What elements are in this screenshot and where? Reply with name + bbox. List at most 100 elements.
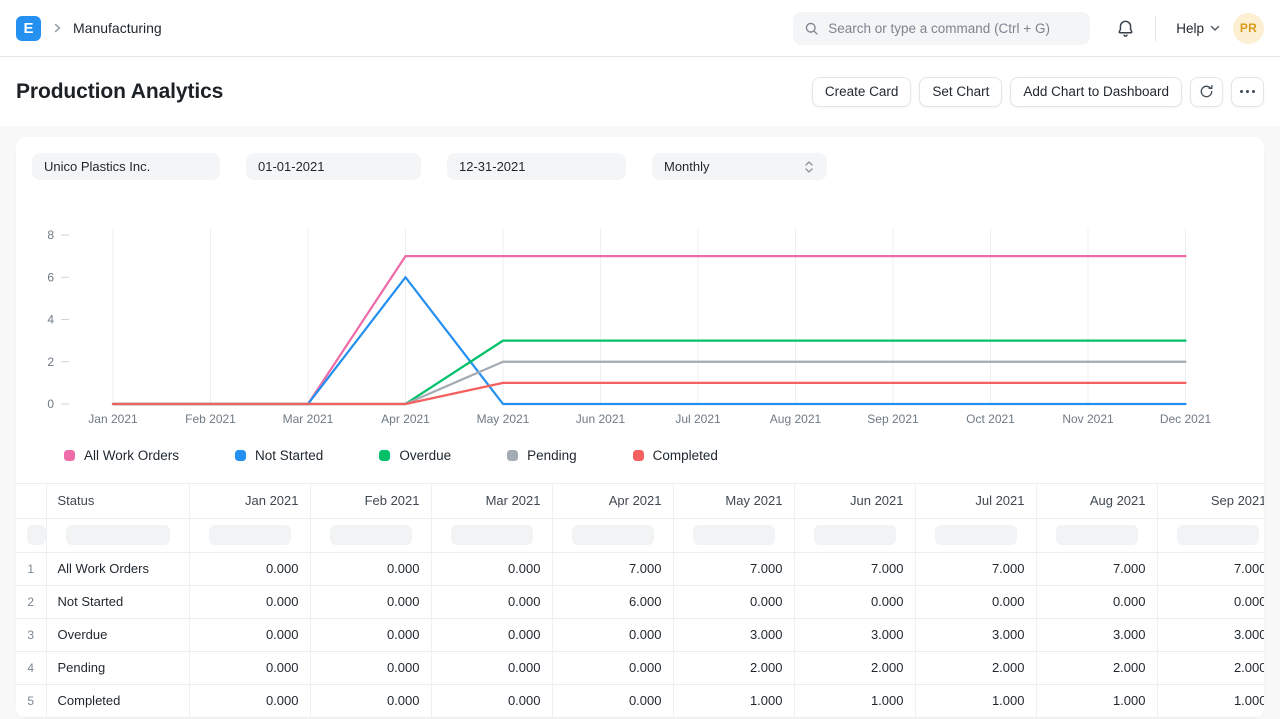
- legend-label: Pending: [527, 448, 577, 463]
- value-cell[interactable]: 7.000: [552, 552, 673, 585]
- refresh-button[interactable]: [1190, 77, 1223, 107]
- global-search[interactable]: [793, 12, 1090, 45]
- value-cell[interactable]: 0.000: [189, 552, 310, 585]
- value-cell[interactable]: 0.000: [673, 585, 794, 618]
- select-chevrons-icon: [803, 159, 815, 175]
- value-cell[interactable]: 0.000: [189, 684, 310, 717]
- value-cell[interactable]: 3.000: [673, 618, 794, 651]
- user-avatar[interactable]: PR: [1233, 13, 1264, 44]
- column-header-month[interactable]: Sep 2021: [1157, 484, 1264, 518]
- status-cell[interactable]: All Work Orders: [46, 552, 189, 585]
- bell-icon[interactable]: [1116, 19, 1135, 38]
- column-header-status[interactable]: Status: [46, 484, 189, 518]
- set-chart-button[interactable]: Set Chart: [919, 77, 1002, 107]
- row-number[interactable]: 5: [16, 684, 46, 717]
- value-cell[interactable]: 0.000: [794, 585, 915, 618]
- column-filter-input[interactable]: [451, 525, 533, 545]
- value-cell[interactable]: 0.000: [1157, 585, 1264, 618]
- column-filter-input[interactable]: [935, 525, 1017, 545]
- to-date-input[interactable]: [459, 159, 614, 174]
- column-header-month[interactable]: Apr 2021: [552, 484, 673, 518]
- value-cell[interactable]: 3.000: [1036, 618, 1157, 651]
- column-filter-input[interactable]: [66, 525, 170, 545]
- to-date-filter[interactable]: [447, 153, 626, 180]
- value-cell[interactable]: 7.000: [915, 552, 1036, 585]
- value-cell[interactable]: 0.000: [431, 651, 552, 684]
- column-filter-input[interactable]: [572, 525, 654, 545]
- value-cell[interactable]: 0.000: [189, 618, 310, 651]
- breadcrumb-item-manufacturing[interactable]: Manufacturing: [73, 20, 162, 36]
- company-input[interactable]: [44, 159, 208, 174]
- column-filter-input[interactable]: [1056, 525, 1138, 545]
- frequency-select[interactable]: Monthly: [652, 153, 827, 180]
- value-cell[interactable]: 0.000: [310, 552, 431, 585]
- help-menu[interactable]: Help: [1176, 21, 1221, 36]
- menu-button[interactable]: [1231, 77, 1264, 107]
- value-cell[interactable]: 1.000: [1157, 684, 1264, 717]
- value-cell[interactable]: 3.000: [1157, 618, 1264, 651]
- value-cell[interactable]: 1.000: [915, 684, 1036, 717]
- status-cell[interactable]: Not Started: [46, 585, 189, 618]
- value-cell[interactable]: 2.000: [1157, 651, 1264, 684]
- create-card-button[interactable]: Create Card: [812, 77, 912, 107]
- column-header-month[interactable]: Jul 2021: [915, 484, 1036, 518]
- x-axis-label: Nov 2021: [1062, 412, 1114, 426]
- value-cell[interactable]: 0.000: [310, 618, 431, 651]
- value-cell[interactable]: 3.000: [915, 618, 1036, 651]
- value-cell[interactable]: 1.000: [794, 684, 915, 717]
- value-cell[interactable]: 2.000: [1036, 651, 1157, 684]
- status-cell[interactable]: Overdue: [46, 618, 189, 651]
- value-cell[interactable]: 0.000: [1036, 585, 1157, 618]
- value-cell[interactable]: 0.000: [552, 684, 673, 717]
- value-cell[interactable]: 1.000: [673, 684, 794, 717]
- value-cell[interactable]: 7.000: [794, 552, 915, 585]
- value-cell[interactable]: 0.000: [431, 585, 552, 618]
- value-cell[interactable]: 0.000: [431, 552, 552, 585]
- add-chart-to-dashboard-button[interactable]: Add Chart to Dashboard: [1010, 77, 1182, 107]
- value-cell[interactable]: 0.000: [189, 585, 310, 618]
- row-number[interactable]: 4: [16, 651, 46, 684]
- column-filter-input[interactable]: [814, 525, 896, 545]
- value-cell[interactable]: 0.000: [431, 684, 552, 717]
- column-header-month[interactable]: Jun 2021: [794, 484, 915, 518]
- status-cell[interactable]: Completed: [46, 684, 189, 717]
- value-cell[interactable]: 0.000: [310, 684, 431, 717]
- value-cell[interactable]: 0.000: [552, 618, 673, 651]
- value-cell[interactable]: 2.000: [794, 651, 915, 684]
- column-filter-input[interactable]: [1177, 525, 1259, 545]
- row-number[interactable]: 2: [16, 585, 46, 618]
- value-cell[interactable]: 0.000: [310, 651, 431, 684]
- value-cell[interactable]: 1.000: [1036, 684, 1157, 717]
- value-cell[interactable]: 0.000: [915, 585, 1036, 618]
- value-cell[interactable]: 0.000: [552, 651, 673, 684]
- row-number[interactable]: 3: [16, 618, 46, 651]
- column-header-month[interactable]: Jan 2021: [189, 484, 310, 518]
- column-header-month[interactable]: May 2021: [673, 484, 794, 518]
- company-filter[interactable]: [32, 153, 220, 180]
- value-cell[interactable]: 7.000: [1157, 552, 1264, 585]
- column-filter-input[interactable]: [330, 525, 412, 545]
- value-cell[interactable]: 0.000: [189, 651, 310, 684]
- search-input[interactable]: [828, 21, 1079, 36]
- status-cell[interactable]: Pending: [46, 651, 189, 684]
- value-cell[interactable]: 3.000: [794, 618, 915, 651]
- column-header-month[interactable]: Feb 2021: [310, 484, 431, 518]
- from-date-input[interactable]: [258, 159, 409, 174]
- value-cell[interactable]: 0.000: [310, 585, 431, 618]
- value-cell[interactable]: 2.000: [915, 651, 1036, 684]
- from-date-filter[interactable]: [246, 153, 421, 180]
- column-filter-input[interactable]: [209, 525, 291, 545]
- value-cell[interactable]: 6.000: [552, 585, 673, 618]
- column-header-month[interactable]: Aug 2021: [1036, 484, 1157, 518]
- column-header-month[interactable]: Mar 2021: [431, 484, 552, 518]
- column-filter-input[interactable]: [27, 525, 46, 545]
- value-cell[interactable]: 0.000: [431, 618, 552, 651]
- page-head: Production Analytics Create Card Set Cha…: [0, 57, 1280, 126]
- value-cell[interactable]: 2.000: [673, 651, 794, 684]
- column-filter-input[interactable]: [693, 525, 775, 545]
- row-number[interactable]: 1: [16, 552, 46, 585]
- x-axis-label: Aug 2021: [770, 412, 822, 426]
- value-cell[interactable]: 7.000: [673, 552, 794, 585]
- erpnext-logo[interactable]: E: [16, 16, 41, 41]
- value-cell[interactable]: 7.000: [1036, 552, 1157, 585]
